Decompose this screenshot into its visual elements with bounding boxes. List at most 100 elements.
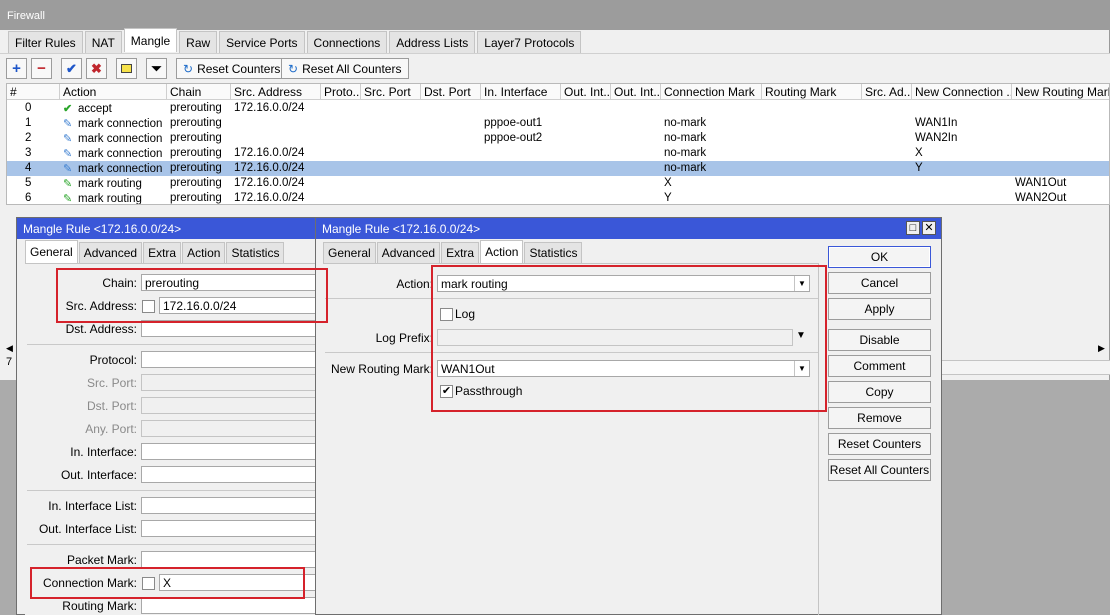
col-in-interface[interactable]: In. Interface: [481, 84, 561, 100]
out-interface-list-label: Out. Interface List:: [38, 522, 137, 536]
reset-all-counters-button[interactable]: Reset All Counters: [828, 459, 931, 481]
cell-num: 3: [25, 147, 32, 159]
tab-general[interactable]: General: [323, 242, 376, 263]
out-interface-field[interactable]: [141, 466, 317, 483]
tab-extra[interactable]: Extra: [143, 242, 182, 263]
col-routing-mark[interactable]: Routing Mark: [762, 84, 862, 100]
tab-extra[interactable]: Extra: [441, 242, 480, 263]
tab-mangle[interactable]: Mangle: [123, 28, 178, 52]
dst-address-label: Dst. Address:: [65, 322, 137, 336]
tab-advanced[interactable]: Advanced: [78, 242, 143, 263]
col-action[interactable]: Action: [60, 84, 167, 100]
col-protocol[interactable]: Proto...: [321, 84, 361, 100]
table-row[interactable]: 1 ✎ mark connection prerouting pppoe-out1 no-…: [7, 116, 1109, 131]
close-icon[interactable]: ✕: [922, 221, 936, 235]
cell-conn-mark: no-mark: [664, 132, 707, 144]
table-row[interactable]: 4 ✎ mark connection prerouting 172.16.0.0/24…: [7, 161, 1109, 176]
cell-new-conn: [912, 176, 1012, 191]
remove-button[interactable]: Remove: [828, 407, 931, 429]
dialog-tabs: General Advanced Extra Action Statistics: [25, 240, 285, 263]
tab-statistics[interactable]: Statistics: [226, 242, 285, 263]
packet-mark-field[interactable]: [141, 551, 317, 568]
cell-chain: prerouting: [170, 102, 222, 114]
cell-new-route: [1012, 101, 1109, 116]
cell-new-conn: Y: [915, 162, 923, 174]
cell-new-route: [1012, 146, 1109, 161]
separator: [27, 490, 315, 491]
cell-num: 0: [25, 102, 32, 114]
remove-icon[interactable]: −: [31, 58, 52, 79]
tab-raw[interactable]: Raw: [179, 31, 218, 53]
cell-num: 2: [25, 132, 32, 144]
routing-mark-field[interactable]: [141, 597, 317, 614]
tab-service-ports[interactable]: Service Ports: [219, 31, 305, 53]
cancel-button[interactable]: Cancel: [828, 272, 931, 294]
new-routing-mark-label: New Routing Mark:: [330, 362, 433, 376]
col-dst-port[interactable]: Dst. Port: [421, 84, 481, 100]
dialog-title: Mangle Rule <172.16.0.0/24>: [17, 218, 315, 239]
disable-button[interactable]: Disable: [828, 329, 931, 351]
cell-src: 172.16.0.0/24: [234, 147, 305, 159]
reset-counters-button[interactable]: ↻ Reset Counters: [176, 58, 289, 79]
col-src-address-list[interactable]: Src. Ad...: [862, 84, 912, 100]
add-icon[interactable]: +: [6, 58, 27, 79]
table-row[interactable]: 3 ✎ mark connection prerouting 172.16.0.0/24…: [7, 146, 1109, 161]
tab-nat[interactable]: NAT: [84, 31, 122, 53]
table-row[interactable]: 6 ✎ mark routing prerouting 172.16.0.0/24 Y WA…: [7, 191, 1109, 204]
scroll-left-icon[interactable]: ◀: [6, 343, 14, 353]
enable-check-icon[interactable]: ✔: [61, 58, 82, 79]
reset-all-counters-button[interactable]: ↻ Reset All Counters: [281, 58, 410, 79]
pencil-blue-icon: ✎: [63, 118, 73, 130]
pencil-blue-icon: ✎: [63, 148, 73, 160]
tab-general[interactable]: General: [25, 240, 78, 263]
col-src-port[interactable]: Src. Port: [361, 84, 421, 100]
comment-icon[interactable]: [116, 58, 137, 79]
dst-port-label: Dst. Port:: [86, 399, 137, 413]
table-row[interactable]: 5 ✎ mark routing prerouting 172.16.0.0/24 X WA…: [7, 176, 1109, 191]
table-row[interactable]: 0 ✔ accept prerouting 172.16.0.0/24: [7, 101, 1109, 116]
copy-button[interactable]: Copy: [828, 381, 931, 403]
out-interface-list-field[interactable]: [141, 520, 317, 537]
table-row[interactable]: 2 ✎ mark connection prerouting pppoe-out2 no-…: [7, 131, 1109, 146]
maximize-icon[interactable]: □: [906, 221, 920, 235]
protocol-field[interactable]: [141, 351, 317, 368]
in-interface-field[interactable]: [141, 443, 317, 460]
col-out-interface[interactable]: Out. Int...: [561, 84, 611, 100]
col-connection-mark[interactable]: Connection Mark: [661, 84, 762, 100]
apply-button[interactable]: Apply: [828, 298, 931, 320]
filter-icon[interactable]: ⏷: [146, 58, 167, 79]
tab-layer7-protocols[interactable]: Layer7 Protocols: [477, 31, 582, 53]
col-new-connection-mark[interactable]: New Connection ...: [912, 84, 1012, 100]
tab-action[interactable]: Action: [182, 242, 226, 263]
cell-src: [231, 116, 321, 131]
tab-action[interactable]: Action: [480, 240, 524, 263]
ok-button[interactable]: OK: [828, 246, 931, 268]
tab-advanced[interactable]: Advanced: [376, 242, 441, 263]
scroll-right-icon[interactable]: ▶: [1098, 343, 1106, 353]
col-src-address[interactable]: Src. Address: [231, 84, 321, 100]
col-num[interactable]: #: [7, 84, 60, 100]
cell-action: ✎ mark connection: [63, 163, 163, 175]
col-chain[interactable]: Chain: [167, 84, 231, 100]
reset-counters-button[interactable]: Reset Counters: [828, 433, 931, 455]
cell-in-if: [481, 146, 561, 161]
tab-connections[interactable]: Connections: [306, 31, 388, 53]
tab-address-lists[interactable]: Address Lists: [389, 31, 476, 53]
cell-src: 172.16.0.0/24: [234, 102, 305, 114]
cell-num: 4: [25, 162, 32, 174]
cell-in-if: pppoe-out1: [484, 117, 543, 129]
tab-filter-rules[interactable]: Filter Rules: [8, 31, 83, 53]
separator: [27, 544, 315, 545]
disable-x-icon[interactable]: ✖: [86, 58, 107, 79]
col-new-routing-mark[interactable]: New Routing Mark: [1012, 84, 1109, 100]
in-interface-list-field[interactable]: [141, 497, 317, 514]
in-interface-list-label: In. Interface List:: [48, 499, 137, 513]
cell-new-route: WAN2Out: [1015, 192, 1067, 204]
cell-chain: prerouting: [170, 192, 222, 204]
cell-chain: prerouting: [170, 177, 222, 189]
tab-statistics[interactable]: Statistics: [524, 242, 583, 263]
cell-new-conn: [912, 191, 1012, 204]
col-out-interface-list[interactable]: Out. Int...: [611, 84, 661, 100]
comment-button[interactable]: Comment: [828, 355, 931, 377]
toolbar: + − ✔ ✖ ⏷ ↻ Reset Counters ↻ Reset All Cou…: [0, 53, 1110, 83]
